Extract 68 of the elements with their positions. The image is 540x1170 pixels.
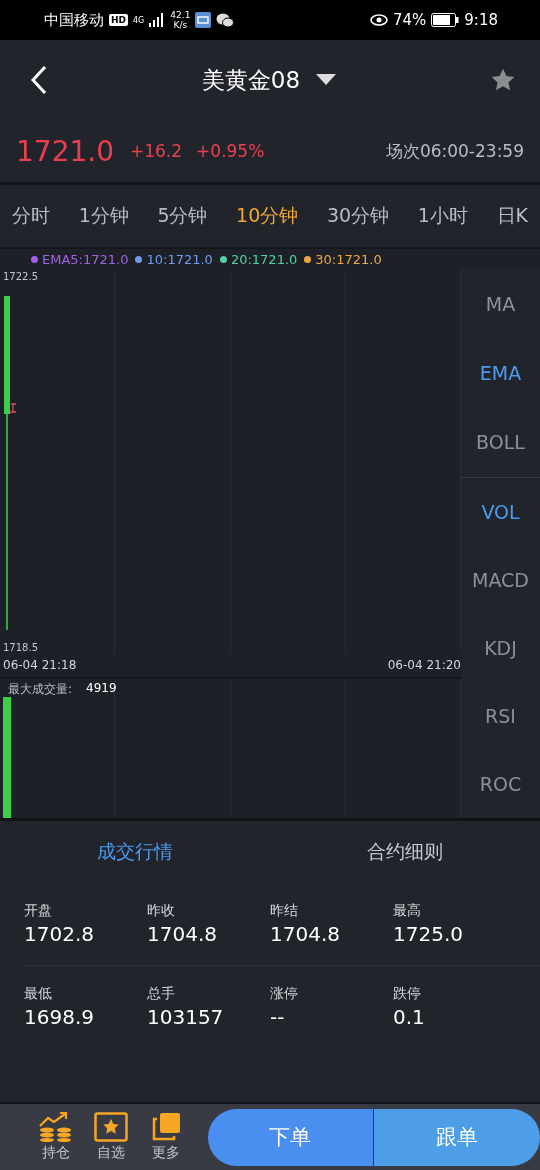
stat-value: -- xyxy=(270,1005,286,1029)
indicator-tab[interactable]: MACD xyxy=(461,569,540,591)
period-tab[interactable]: 10分钟 xyxy=(236,203,299,229)
contract-title[interactable]: 美黄金08 xyxy=(201,64,301,96)
indicator-tab[interactable]: VOL xyxy=(461,501,540,523)
nav-item[interactable]: 自选 xyxy=(83,1112,139,1162)
nav-item[interactable]: 更多 xyxy=(138,1112,194,1162)
indicator-tab[interactable]: RSI xyxy=(461,705,540,727)
volume-value: 4919 xyxy=(86,681,117,697)
layers-icon xyxy=(151,1112,182,1142)
chat-icon xyxy=(216,12,235,28)
change-percent: +0.95% xyxy=(196,141,265,161)
stat-value: 103157 xyxy=(147,1005,225,1029)
caret-icon xyxy=(316,74,337,86)
axis-label: 1722.5 xyxy=(3,271,38,282)
indicator-tab[interactable]: KDJ xyxy=(461,637,540,659)
stat-label: 昨结 xyxy=(270,902,299,920)
stat-value: 1704.8 xyxy=(147,922,218,946)
indicator-tab[interactable]: BOLL xyxy=(461,431,540,454)
indicator-tab[interactable]: EMA xyxy=(461,362,540,384)
legend-label: 10:1721.0 xyxy=(146,251,213,267)
legend-label: 30:1721.0 xyxy=(315,251,382,267)
hd-icon: HD xyxy=(109,14,128,26)
last-price: 1721.0 xyxy=(16,134,114,168)
stat-label: 总手 xyxy=(147,985,176,1003)
battery-icon xyxy=(431,13,460,27)
stat-label: 跌停 xyxy=(393,985,422,1003)
time-label: 06-04 21:18 xyxy=(3,658,77,672)
period-tab[interactable]: 分时 xyxy=(12,203,50,229)
time-label: 06-04 21:20 xyxy=(387,658,461,672)
stat-value: 1698.9 xyxy=(24,1005,95,1029)
price-change: +16.2 xyxy=(130,141,183,161)
volume-label: 最大成交量: xyxy=(8,681,73,698)
clock-time: 9:18 xyxy=(464,11,498,29)
app-icon xyxy=(195,12,212,28)
stat-label: 涨停 xyxy=(270,985,299,1003)
session-hours: 场次06:00-23:59 xyxy=(385,139,524,163)
stat-label: 最低 xyxy=(24,985,53,1003)
period-tab[interactable]: 1分钟 xyxy=(78,203,129,229)
back-button[interactable] xyxy=(30,65,48,95)
speed-unit: K/s xyxy=(173,20,188,30)
stat-value: 0.1 xyxy=(393,1005,426,1029)
coins-chart-icon xyxy=(37,1112,74,1142)
network-type: 4G xyxy=(133,15,145,25)
info-tab[interactable]: 合约细则 xyxy=(270,821,540,883)
stat-label: 最高 xyxy=(393,902,422,920)
stat-label: 开盘 xyxy=(24,902,53,920)
speed-value: 42.1 xyxy=(170,10,191,20)
stat-value: 1725.0 xyxy=(393,922,464,946)
period-tab[interactable]: 5分钟 xyxy=(157,203,208,229)
indicator-tab[interactable]: MA xyxy=(461,292,540,315)
axis-label: 1718.5 xyxy=(3,642,38,653)
stat-value: 1704.8 xyxy=(270,922,341,946)
info-tab[interactable]: 成交行情 xyxy=(0,821,270,883)
carrier-text: 中国移动 xyxy=(44,10,104,30)
period-tab[interactable]: 30分钟 xyxy=(326,203,390,229)
stat-value: 1702.8 xyxy=(24,922,95,946)
legend-label: 20:1721.0 xyxy=(230,251,298,267)
favorite-button[interactable] xyxy=(490,67,516,93)
battery-percent: 74% xyxy=(392,11,427,29)
eye-icon xyxy=(369,14,388,26)
period-tab[interactable]: 1小时 xyxy=(417,203,468,229)
signal-icon xyxy=(149,13,166,27)
period-tab[interactable]: 日K xyxy=(496,203,528,229)
nav-item[interactable]: 持仓 xyxy=(28,1112,84,1162)
stat-label: 昨收 xyxy=(147,902,176,920)
legend-label: EMA5:1721.0 xyxy=(42,251,129,267)
indicator-tab[interactable]: ROC xyxy=(461,773,540,795)
